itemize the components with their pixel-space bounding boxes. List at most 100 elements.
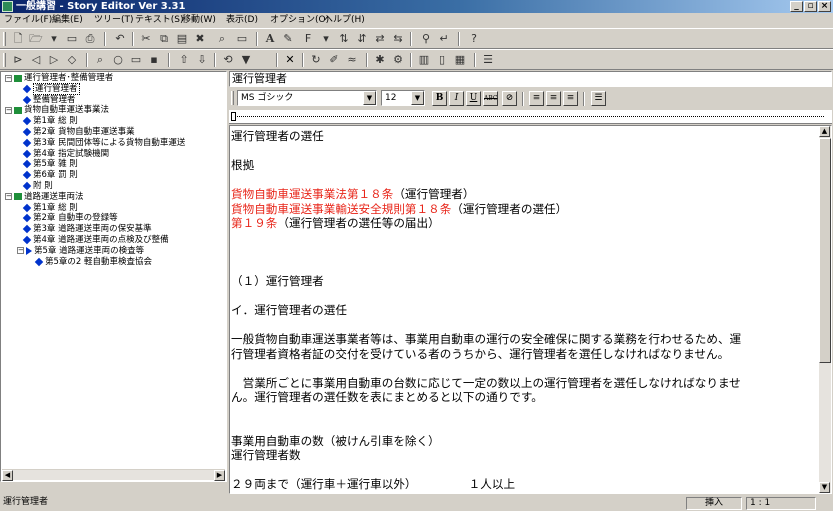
law-reference-link[interactable]: 貨物自動車運送事業法第１８条 xyxy=(231,187,393,201)
tree-item[interactable]: 第2章 貨物自動車運送事業 xyxy=(17,127,135,137)
align-right-icon[interactable]: ≡ xyxy=(563,91,578,106)
image-icon[interactable]: ▪ xyxy=(146,52,162,68)
open-file-icon[interactable]: 🗁 xyxy=(28,31,44,47)
outline-tree[interactable]: − 運行管理者･整備管理者 運行管理者 整備管理者 − 貨物自動車運送事業法 第1章 総 則… xyxy=(0,71,227,482)
help-icon[interactable]: ? xyxy=(466,31,482,47)
view-icon[interactable]: ▭ xyxy=(128,52,144,68)
new-file-icon[interactable]: 🗋 xyxy=(10,31,26,47)
tree-item[interactable]: 第4章 道路運送車両の点検及び整備 xyxy=(17,235,169,245)
chevron-down-icon[interactable]: ▼ xyxy=(411,91,424,105)
underline-button[interactable]: U xyxy=(466,91,481,106)
scroll-up-icon[interactable]: ▲ xyxy=(819,126,830,137)
tree-item[interactable]: 運行管理者 xyxy=(17,82,80,95)
tree-item[interactable]: 第5章の2 軽自動車検査協会 xyxy=(29,257,152,267)
text-line[interactable]: 貨物自動車運送事業輸送安全規則第１８条（運行管理者の選任） xyxy=(231,202,567,216)
move-up-icon[interactable]: ⇧ xyxy=(176,52,192,68)
tools-icon[interactable]: ✱ xyxy=(372,52,388,68)
text-editor[interactable]: 運行管理者の選任 根拠 貨物自動車運送事業法第１８条（運行管理者） 貨物自動車運送事業… xyxy=(229,125,832,494)
text-line[interactable]: ５両以上２９両まで（運行車以外） xyxy=(231,492,417,494)
binoculars-icon[interactable]: ⚲ xyxy=(418,31,434,47)
menu-options[interactable]: オプション(O) xyxy=(270,14,329,27)
chevron-down-icon[interactable]: ▼ xyxy=(363,91,376,105)
layout-3-icon[interactable]: ▦ xyxy=(452,52,468,68)
text-line[interactable]: イ．運行管理者の選任 xyxy=(231,303,347,317)
nav-first-icon[interactable]: ⊳ xyxy=(10,52,26,68)
insert-icon[interactable]: ▼ xyxy=(238,52,254,68)
minimize-button[interactable]: _ xyxy=(790,1,803,12)
heading-input[interactable]: 運行管理者 xyxy=(229,71,832,87)
font-size-select[interactable]: 12 ▼ xyxy=(381,90,425,106)
format-icon[interactable]: F xyxy=(300,31,316,47)
strikethrough-button[interactable]: ABC xyxy=(483,91,498,106)
text-line[interactable]: 運行管理者の選任 xyxy=(231,129,324,143)
font-icon[interactable]: A xyxy=(262,31,278,47)
menu-file[interactable]: ファイル(F) xyxy=(4,14,52,27)
pen-icon[interactable]: ✐ xyxy=(326,52,342,68)
toolbar-grip[interactable] xyxy=(231,91,234,105)
close-button[interactable]: × xyxy=(818,1,831,12)
list-icon[interactable]: ☰ xyxy=(480,52,496,68)
text-line[interactable]: 事業用自動車の数（被けん引車を除く） xyxy=(231,434,440,448)
cut-icon[interactable]: ✂ xyxy=(138,31,154,47)
expander-icon[interactable]: − xyxy=(17,247,24,255)
menu-edit[interactable]: 編集(E) xyxy=(52,14,83,27)
tree-item[interactable]: 第1章 総 則 xyxy=(17,116,78,126)
text-line[interactable]: ２９両まで（運行車＋運行車以外） １人以上 xyxy=(231,477,515,491)
expander-icon[interactable]: − xyxy=(5,193,12,201)
layout-1-icon[interactable]: ▥ xyxy=(416,52,432,68)
delete-icon[interactable]: ✖ xyxy=(192,31,208,47)
tree-item[interactable]: − 運行管理者･整備管理者 xyxy=(5,73,113,83)
menu-help[interactable]: ヘルプ(H) xyxy=(324,14,365,27)
tree-item[interactable]: 第5章 雑 則 xyxy=(17,159,78,169)
rotate-icon[interactable]: ↻ xyxy=(308,52,324,68)
layout-2-icon[interactable]: ▯ xyxy=(434,52,450,68)
menu-view[interactable]: 表示(D) xyxy=(226,14,258,27)
clear-format-icon[interactable]: ⊘ xyxy=(502,91,517,106)
tree-item[interactable]: 第3章 道路運送車両の保安基準 xyxy=(17,224,152,234)
highlight-icon[interactable]: ✎ xyxy=(280,31,296,47)
print-icon[interactable]: ⎙ xyxy=(82,31,98,47)
font-select[interactable]: MS ゴシック ▼ xyxy=(237,90,377,106)
settings-icon[interactable]: ⚙ xyxy=(390,52,406,68)
wave-icon[interactable]: ≈ xyxy=(344,52,360,68)
save-icon[interactable]: ▾ xyxy=(46,31,62,47)
nav-diamond-icon[interactable]: ◇ xyxy=(64,52,80,68)
link-icon[interactable]: ⟲ xyxy=(220,52,236,68)
text-line[interactable]: （１）運行管理者 xyxy=(231,274,324,288)
search-next-icon[interactable]: ○ xyxy=(110,52,126,68)
toolbar-grip[interactable] xyxy=(3,53,6,67)
tree-item[interactable]: 第6章 罰 則 xyxy=(17,170,78,180)
tree-item[interactable]: 第1章 総 則 xyxy=(17,203,78,213)
tree-item[interactable]: 第3章 民間団体等による貨物自動車運送 xyxy=(17,138,185,148)
style-4-icon[interactable]: ⇆ xyxy=(390,31,406,47)
remove-icon[interactable]: ✕ xyxy=(282,52,298,68)
nav-next-icon[interactable]: ▷ xyxy=(46,52,62,68)
expander-icon[interactable]: − xyxy=(5,74,12,82)
text-line[interactable]: 貨物自動車運送事業法第１８条（運行管理者） xyxy=(231,187,475,201)
find-icon[interactable]: ⌕ xyxy=(214,31,230,47)
align-center-icon[interactable]: ≡ xyxy=(546,91,561,106)
toolbar-grip[interactable] xyxy=(3,32,6,46)
paste-icon[interactable]: ▤ xyxy=(174,31,190,47)
tree-item[interactable]: 整備管理者 xyxy=(17,95,76,105)
return-icon[interactable]: ↵ xyxy=(436,31,452,47)
text-line[interactable]: 運行管理者数 xyxy=(231,448,301,462)
menu-text[interactable]: テキスト(S) xyxy=(135,14,183,27)
ruler[interactable] xyxy=(229,110,832,124)
bold-button[interactable]: B xyxy=(432,91,447,106)
undo-icon[interactable]: ↶ xyxy=(112,31,128,47)
window-icon[interactable]: ▭ xyxy=(234,31,250,47)
text-line[interactable]: 営業所ごとに事業用自動車の台数に応じて一定の数以上の運行管理者を選任しなければな… xyxy=(231,376,741,390)
nav-prev-icon[interactable]: ◁ xyxy=(28,52,44,68)
scroll-left-icon[interactable]: ◀ xyxy=(2,470,13,481)
text-line[interactable]: 第１９条（運行管理者の選任等の届出） xyxy=(231,216,440,230)
scroll-thumb[interactable] xyxy=(819,138,831,363)
text-line[interactable]: ん。運行管理者の選任数を表にまとめると以下の通りです。 xyxy=(231,390,543,404)
align-left-icon[interactable]: ≡ xyxy=(529,91,544,106)
style-1-icon[interactable]: ⇅ xyxy=(336,31,352,47)
tree-item[interactable]: 第2章 自動車の登録等 xyxy=(17,213,118,223)
text-line[interactable]: 行管理者資格者証の交付を受けている者のうちから、運行管理者を選任しなければなりま… xyxy=(231,347,729,361)
search-icon[interactable]: ⌕ xyxy=(92,52,108,68)
style-2-icon[interactable]: ⇵ xyxy=(354,31,370,47)
scroll-right-icon[interactable]: ▶ xyxy=(214,470,225,481)
